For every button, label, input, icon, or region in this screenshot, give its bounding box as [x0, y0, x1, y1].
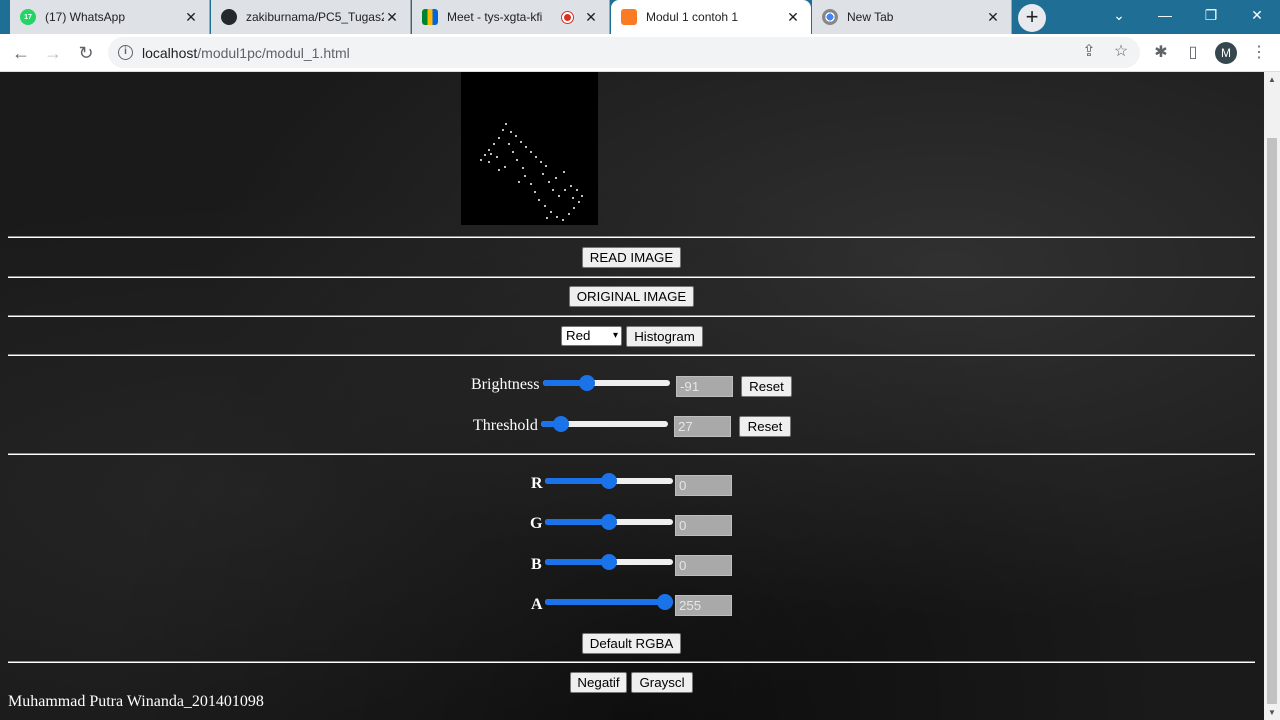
- close-tab-icon[interactable]: ✕: [384, 9, 400, 26]
- tab-github[interactable]: zakiburnama/PC5_Tugas2 ✕: [211, 0, 411, 34]
- brightness-label: Brightness: [471, 376, 540, 393]
- b-slider[interactable]: [545, 554, 673, 570]
- google-meet-icon: [422, 9, 438, 25]
- tab-title: Meet - tys-xgta-kfi: [447, 10, 543, 24]
- separator: [8, 315, 1255, 317]
- default-rgba-button[interactable]: Default RGBA: [582, 633, 681, 654]
- b-label: B: [531, 556, 542, 573]
- page-body: READ IMAGE ORIGINAL IMAGE Red ▾ Histogra…: [0, 72, 1264, 720]
- restore-button[interactable]: ❐: [1188, 0, 1234, 34]
- separator: [8, 661, 1255, 663]
- b-value-field[interactable]: 0: [675, 555, 732, 576]
- slider-thumb[interactable]: [657, 594, 673, 610]
- side-panel-icon[interactable]: ▯: [1180, 40, 1206, 66]
- tab-strip: 17 (17) WhatsApp ✕ zakiburnama/PC5_Tugas…: [0, 0, 1280, 34]
- slider-thumb[interactable]: [601, 473, 617, 489]
- original-image-button[interactable]: ORIGINAL IMAGE: [569, 286, 694, 307]
- image-canvas: [461, 72, 598, 225]
- slider-thumb[interactable]: [601, 514, 617, 530]
- close-tab-icon[interactable]: ✕: [583, 9, 599, 26]
- edge-image: [480, 123, 583, 221]
- tab-title: (17) WhatsApp: [45, 10, 126, 24]
- close-window-button[interactable]: ✕: [1234, 0, 1280, 34]
- url-text: localhost/modul1pc/modul_1.html: [142, 45, 350, 61]
- vertical-scrollbar[interactable]: ▲ ▼: [1264, 72, 1280, 720]
- url-path: /modul1pc/modul_1.html: [197, 45, 350, 61]
- scroll-up-icon[interactable]: ▲: [1268, 75, 1276, 84]
- separator: [8, 276, 1255, 278]
- a-value-field[interactable]: 255: [675, 595, 732, 616]
- back-icon[interactable]: ←: [8, 40, 34, 66]
- tab-meet[interactable]: Meet - tys-xgta-kfi ✕: [412, 0, 610, 34]
- share-icon[interactable]: ⇪: [1076, 39, 1102, 65]
- extensions-icon[interactable]: ✱: [1148, 40, 1174, 66]
- brightness-slider[interactable]: [543, 375, 670, 391]
- xampp-icon: [621, 9, 637, 25]
- new-tab-button[interactable]: +: [1018, 4, 1046, 32]
- a-slider[interactable]: [545, 594, 673, 610]
- brightness-value-field[interactable]: -91: [676, 376, 733, 397]
- tab-title: New Tab: [847, 10, 894, 24]
- chevron-down-icon: ▾: [612, 330, 618, 341]
- github-icon: [221, 9, 237, 25]
- read-image-button[interactable]: READ IMAGE: [582, 247, 681, 268]
- close-tab-icon[interactable]: ✕: [183, 9, 199, 26]
- scrollbar-thumb[interactable]: [1267, 138, 1277, 704]
- brightness-reset-button[interactable]: Reset: [741, 376, 792, 397]
- url-host: localhost: [142, 45, 198, 61]
- g-value-field[interactable]: 0: [675, 515, 732, 536]
- separator: [8, 236, 1255, 238]
- slider-fill: [545, 478, 609, 484]
- threshold-label: Threshold: [473, 417, 538, 434]
- close-tab-icon[interactable]: ✕: [985, 9, 1001, 26]
- scroll-down-icon[interactable]: ▼: [1268, 708, 1276, 717]
- profile-avatar[interactable]: M: [1215, 42, 1237, 64]
- site-info-icon[interactable]: i: [118, 45, 133, 60]
- browser-toolbar: ← → ↻ i localhost/modul1pc/modul_1.html …: [0, 34, 1280, 72]
- bookmark-star-icon[interactable]: ☆: [1108, 39, 1134, 65]
- r-slider[interactable]: [545, 473, 673, 489]
- slider-fill: [545, 599, 665, 605]
- channel-select-value: Red: [566, 328, 591, 343]
- g-label: G: [530, 515, 543, 532]
- tab-title: Modul 1 contoh 1: [646, 10, 739, 24]
- close-tab-icon[interactable]: ✕: [785, 9, 801, 26]
- histogram-button[interactable]: Histogram: [626, 326, 703, 347]
- slider-fill: [545, 519, 609, 525]
- threshold-slider[interactable]: [541, 416, 668, 432]
- negatif-button[interactable]: Negatif: [570, 672, 627, 693]
- slider-thumb[interactable]: [552, 416, 569, 432]
- recording-icon: [562, 11, 573, 23]
- tab-whatsapp[interactable]: 17 (17) WhatsApp ✕: [10, 0, 210, 34]
- tab-newtab[interactable]: New Tab ✕: [812, 0, 1012, 34]
- slider-thumb[interactable]: [601, 554, 617, 570]
- channel-select[interactable]: Red ▾: [561, 326, 622, 346]
- a-label: A: [531, 596, 543, 613]
- address-bar[interactable]: i localhost/modul1pc/modul_1.html ⇪ ☆: [108, 37, 1140, 68]
- forward-icon[interactable]: →: [40, 40, 66, 66]
- author-name: Muhammad Putra Winanda_201401098: [8, 693, 264, 710]
- slider-thumb[interactable]: [578, 375, 595, 391]
- r-value-field[interactable]: 0: [675, 475, 732, 496]
- separator: [8, 354, 1255, 356]
- r-label: R: [531, 475, 543, 492]
- tab-modul1[interactable]: Modul 1 contoh 1 ✕: [611, 0, 811, 34]
- slider-fill: [545, 559, 609, 565]
- minimize-button[interactable]: —: [1142, 0, 1188, 34]
- threshold-reset-button[interactable]: Reset: [739, 416, 791, 437]
- tab-search-icon[interactable]: ⌄: [1096, 0, 1142, 34]
- g-slider[interactable]: [545, 514, 673, 530]
- chrome-icon: [822, 9, 838, 25]
- separator: [8, 453, 1255, 455]
- menu-icon[interactable]: ⋮: [1246, 40, 1272, 66]
- whatsapp-icon: 17: [20, 9, 36, 25]
- grayscale-button[interactable]: Grayscl: [631, 672, 693, 693]
- tab-title: zakiburnama/PC5_Tugas2: [246, 10, 384, 24]
- reload-icon[interactable]: ↻: [73, 40, 99, 66]
- threshold-value-field[interactable]: 27: [674, 416, 731, 437]
